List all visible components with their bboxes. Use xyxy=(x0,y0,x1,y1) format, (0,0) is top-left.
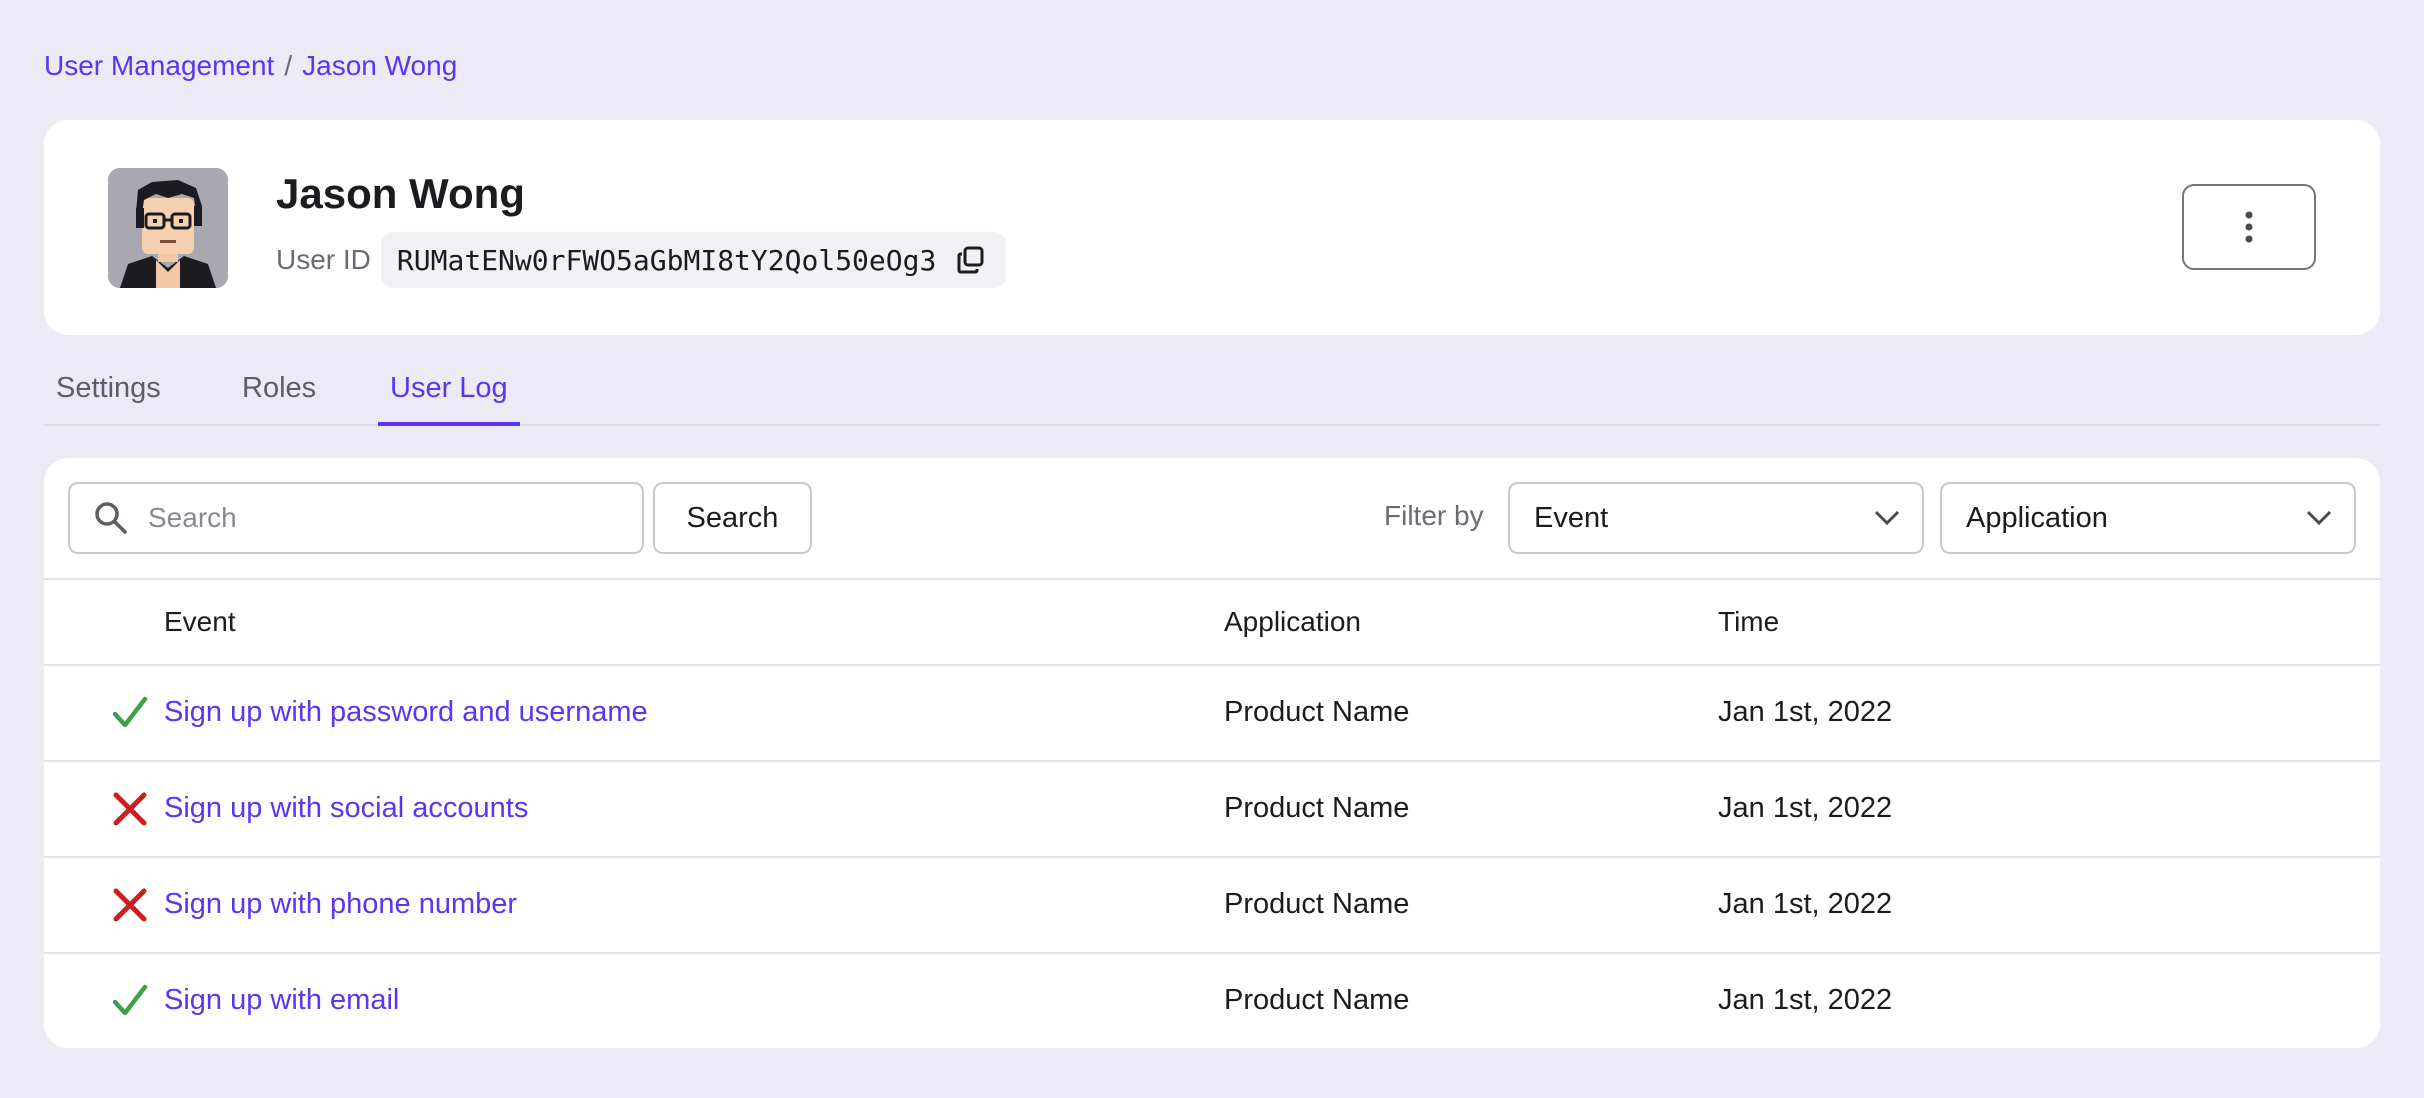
cross-icon xyxy=(113,888,147,922)
application-cell: Product Name xyxy=(1224,792,1410,824)
table-row[interactable]: Sign up with password and username Produ… xyxy=(44,664,2380,762)
event-filter-value: Event xyxy=(1534,501,1609,534)
tab-roles[interactable]: Roles xyxy=(230,372,328,422)
application-cell: Product Name xyxy=(1224,888,1410,920)
table-header: Event Application Time xyxy=(44,578,2380,666)
event-link[interactable]: Sign up with social accounts xyxy=(164,792,528,825)
event-link[interactable]: Sign up with email xyxy=(164,984,399,1017)
check-icon xyxy=(112,696,148,728)
tab-settings[interactable]: Settings xyxy=(44,372,173,422)
user-id-chip: RUMatENw0rFWO5aGbMI8tY2Qol50eOg3 xyxy=(380,232,1007,288)
breadcrumb-current-user[interactable]: Jason Wong xyxy=(302,50,457,82)
chevron-down-icon xyxy=(1874,510,1900,526)
user-name: Jason Wong xyxy=(276,170,525,217)
log-toolbar: Search Filter by Event Application xyxy=(44,458,2380,580)
filter-label: Filter by xyxy=(1384,500,1484,531)
user-log-card: Search Filter by Event Application Event… xyxy=(44,458,2380,1048)
breadcrumb: User Management / Jason Wong xyxy=(44,50,457,82)
event-link[interactable]: Sign up with password and username xyxy=(164,696,648,729)
search-button[interactable]: Search xyxy=(653,482,812,554)
application-cell: Product Name xyxy=(1224,984,1410,1016)
avatar xyxy=(108,168,228,288)
event-filter-select[interactable]: Event xyxy=(1508,482,1924,554)
avatar-illustration xyxy=(108,168,228,288)
table-row[interactable]: Sign up with social accounts Product Nam… xyxy=(44,760,2380,858)
tab-user-log[interactable]: User Log xyxy=(378,372,520,426)
more-actions-button[interactable] xyxy=(2182,184,2316,270)
application-filter-value: Application xyxy=(1966,501,2108,534)
table-row[interactable]: Sign up with email Product Name Jan 1st,… xyxy=(44,952,2380,1048)
chevron-down-icon xyxy=(2306,510,2332,526)
tab-bar: Settings Roles User Log xyxy=(44,362,2380,426)
time-cell: Jan 1st, 2022 xyxy=(1718,792,1893,824)
breadcrumb-separator: / xyxy=(284,50,293,81)
breadcrumb-user-management[interactable]: User Management xyxy=(44,50,274,82)
user-header-card: Jason Wong User ID RUMatENw0rFWO5aGbMI8t… xyxy=(44,120,2380,335)
user-id-value: RUMatENw0rFWO5aGbMI8tY2Qol50eOg3 xyxy=(396,243,937,277)
application-filter-select[interactable]: Application xyxy=(1940,482,2356,554)
search-icon xyxy=(95,502,127,534)
column-header-application: Application xyxy=(1224,606,1361,637)
page: User Management / Jason Wong Jason Wong … xyxy=(0,0,2424,1098)
check-icon xyxy=(112,984,148,1016)
search-input-wrapper[interactable] xyxy=(68,482,644,554)
application-cell: Product Name xyxy=(1224,696,1410,728)
time-cell: Jan 1st, 2022 xyxy=(1718,696,1893,728)
time-cell: Jan 1st, 2022 xyxy=(1718,888,1893,920)
column-header-time: Time xyxy=(1718,606,1780,637)
table-row[interactable]: Sign up with phone number Product Name J… xyxy=(44,856,2380,954)
time-cell: Jan 1st, 2022 xyxy=(1718,984,1893,1016)
user-id-label: User ID xyxy=(276,244,371,275)
copy-icon[interactable] xyxy=(956,244,988,276)
user-id-row: User ID RUMatENw0rFWO5aGbMI8tY2Qol50eOg3 xyxy=(276,232,1007,288)
more-vertical-icon xyxy=(2245,211,2253,243)
search-input[interactable] xyxy=(146,501,610,535)
column-header-event: Event xyxy=(164,606,236,637)
cross-icon xyxy=(113,792,147,826)
event-link[interactable]: Sign up with phone number xyxy=(164,888,517,921)
